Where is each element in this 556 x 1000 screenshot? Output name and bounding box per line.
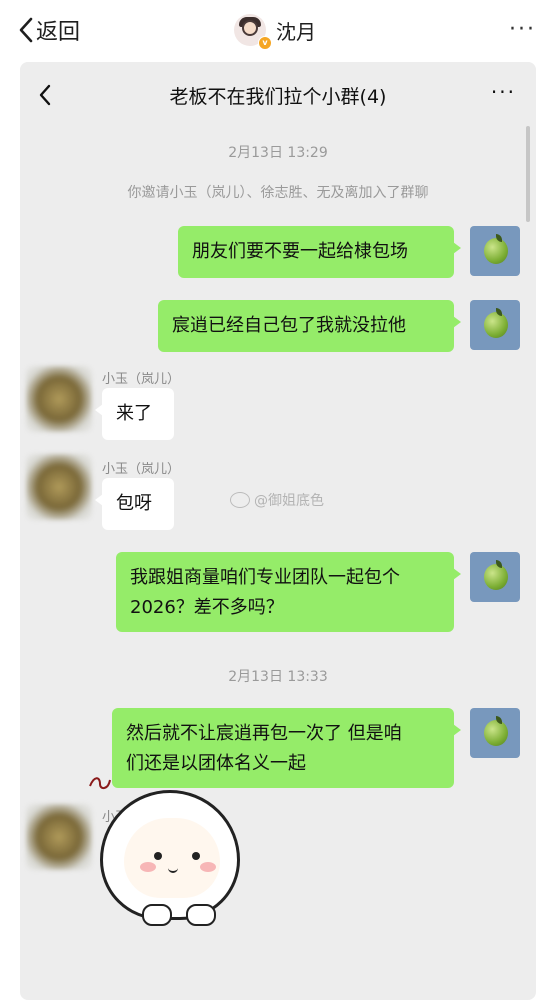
my-avatar[interactable] <box>470 226 520 276</box>
sender-name: 小玉（岚儿） <box>102 372 181 387</box>
my-avatar[interactable] <box>470 708 520 758</box>
system-message: 你邀请小玉（岚儿）、徐志胜、无及离加入了群聊 <box>127 185 429 201</box>
apple-avatar-icon <box>484 238 508 264</box>
apple-avatar-icon <box>484 312 508 338</box>
more-icon[interactable]: ··· <box>509 19 536 41</box>
scrollbar[interactable] <box>526 126 530 222</box>
other-avatar[interactable] <box>26 366 92 432</box>
watermark-text: @御姐底色 <box>254 493 324 509</box>
weibo-logo-icon <box>230 492 250 508</box>
apple-avatar-icon <box>484 564 508 590</box>
message-bubble[interactable]: 朋友们要不要一起给棣包场 <box>178 226 461 278</box>
apple-avatar-icon <box>484 720 508 746</box>
message-text: 朋友们要不要一起给棣包场 <box>192 241 408 262</box>
back-label: 返回 <box>36 20 81 45</box>
message-text-line: 我跟姐商量咱们专业团队一起包个 <box>130 567 400 588</box>
top-bar: 返回 沈月 v ··· <box>0 0 556 62</box>
watermark: @御姐底色 <box>230 490 324 510</box>
squiggle-icon <box>89 777 111 790</box>
other-avatar[interactable] <box>26 454 92 520</box>
message-bubble[interactable]: 来了 <box>95 388 174 440</box>
message-text-line: 2026？差不多吗？ <box>130 597 284 618</box>
message-text: 包呀 <box>116 493 152 514</box>
verified-badge-icon: v <box>258 36 272 50</box>
timestamp: 2月13日 13:29 <box>228 145 328 161</box>
other-avatar[interactable] <box>26 804 92 870</box>
chevron-left-icon <box>19 17 33 43</box>
sender-name: 小玉（岚儿） <box>102 462 181 477</box>
chat-header: 老板不在我们拉个小群(4) ··· <box>20 62 536 128</box>
my-avatar[interactable] <box>470 300 520 350</box>
message-bubble[interactable]: 宸逍已经自己包了我就没拉他 <box>158 300 461 352</box>
message-text: 宸逍已经自己包了我就没拉他 <box>172 315 406 336</box>
message-text-line: 然后就不让宸逍再包一次了 但是咱 <box>126 723 402 744</box>
message-bubble[interactable]: 包呀 <box>95 478 174 530</box>
timestamp: 2月13日 13:33 <box>228 669 328 685</box>
sheep-sticker[interactable] <box>88 768 258 938</box>
chat-title: 老板不在我们拉个小群(4) <box>169 86 387 108</box>
chat-more-icon[interactable]: ··· <box>491 82 516 102</box>
my-avatar[interactable] <box>470 552 520 602</box>
contact-header[interactable]: 沈月 <box>234 12 316 48</box>
message-text: 来了 <box>116 403 152 424</box>
contact-name: 沈月 <box>276 19 316 44</box>
back-button[interactable]: 返回 <box>18 14 80 46</box>
message-bubble[interactable]: 我跟姐商量咱们专业团队一起包个 2026？差不多吗？ <box>116 552 461 632</box>
